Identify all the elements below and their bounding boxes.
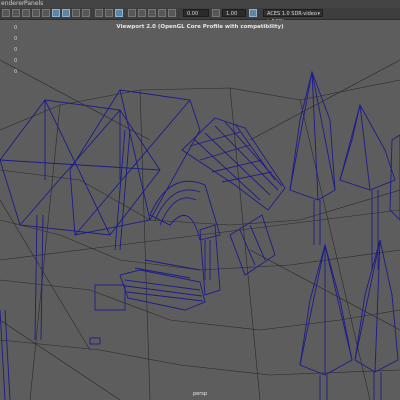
gamma-icon[interactable]: [212, 9, 220, 17]
menu-bar: enderer Panels: [0, 0, 400, 8]
colorspace-dropdown[interactable]: ACES 1.0 SDR-video (sRGB): [263, 9, 323, 25]
color-management-icon[interactable]: [249, 9, 257, 17]
dof-icon[interactable]: [168, 9, 176, 17]
grid-icon[interactable]: [42, 9, 50, 17]
camera-icon[interactable]: [2, 9, 10, 17]
aa-icon[interactable]: [158, 9, 166, 17]
hud-value: 0: [14, 25, 18, 31]
camera-name-label: persp: [192, 391, 208, 397]
menu-renderer[interactable]: enderer: [1, 0, 25, 8]
lights-icon[interactable]: [82, 9, 90, 17]
wireframe-icon[interactable]: [52, 9, 60, 17]
smooth-shade-icon[interactable]: [62, 9, 70, 17]
hud-value: 0: [14, 36, 18, 42]
isolate-icon[interactable]: [115, 9, 123, 17]
image-plane-icon[interactable]: [32, 9, 40, 17]
panel-toolbar: 0.00 1.00 ACES 1.0 SDR-video (sRGB): [0, 8, 400, 25]
gamma-field[interactable]: 1.00: [222, 9, 246, 17]
viewport-renderer-title: Viewport 2.0 (OpenGL Core Profile with c…: [116, 24, 284, 30]
bookmark-icon[interactable]: [22, 9, 30, 17]
shadows-icon[interactable]: [95, 9, 103, 17]
wireframe-objects: [0, 70, 400, 400]
motion-blur-icon[interactable]: [148, 9, 156, 17]
ao-icon[interactable]: [105, 9, 113, 17]
menu-panels[interactable]: Panels: [24, 0, 43, 8]
viewport-panel[interactable]: Viewport 2.0 (OpenGL Core Profile with c…: [0, 20, 400, 400]
wireframe-scene: [0, 59, 400, 400]
textured-icon[interactable]: [72, 9, 80, 17]
hud-stats: 0 0 0 0 0: [14, 23, 17, 78]
hud-value: 0: [14, 47, 18, 53]
exposure-field[interactable]: 0.00: [183, 9, 209, 17]
select-camera-icon[interactable]: [12, 9, 20, 17]
xray-icon[interactable]: [128, 9, 136, 17]
hud-value: 0: [14, 58, 18, 64]
xray-joints-icon[interactable]: [138, 9, 146, 17]
hud-value: 0: [14, 69, 18, 75]
